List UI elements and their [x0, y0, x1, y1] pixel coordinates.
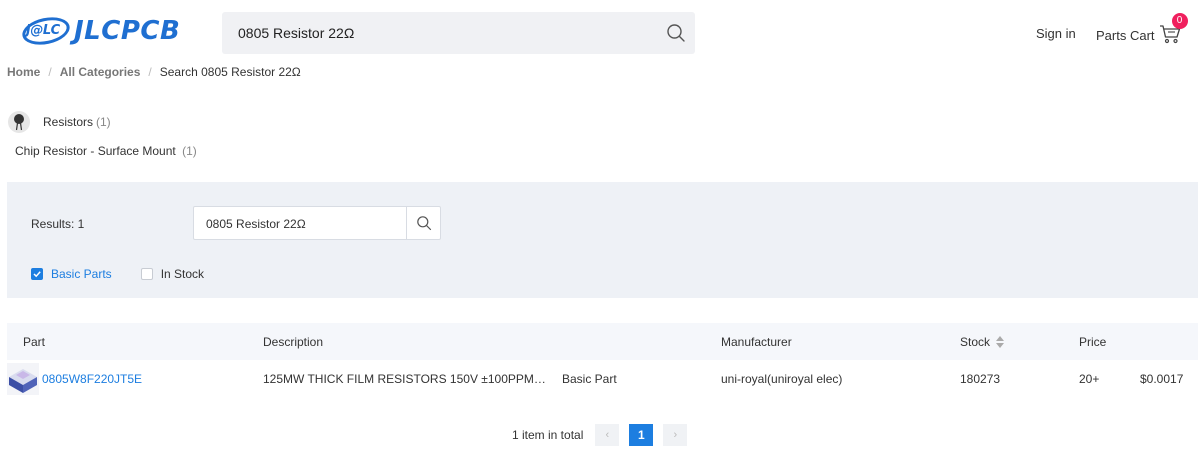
column-header-price: Price	[1079, 334, 1107, 349]
breadcrumb-current: Search 0805 Resistor 22Ω	[159, 65, 301, 79]
part-number-link[interactable]: 0805W8F220JT5E	[42, 372, 142, 386]
in-stock-label[interactable]: In Stock	[161, 267, 204, 281]
jlc-badge-icon: J@LC	[19, 13, 73, 49]
filter-search-button[interactable]	[406, 207, 440, 239]
results-table-header: Part Description Manufacturer Stock Pric…	[7, 323, 1198, 360]
part-cell: 0805W8F220JT5E	[7, 360, 142, 398]
in-stock-checkbox[interactable]	[140, 268, 153, 280]
part-thumbnail-image[interactable]	[7, 363, 39, 395]
column-header-description: Description	[263, 334, 324, 349]
pagination: 1 item in total ‹ 1 ›	[512, 424, 688, 446]
price-value-cell: $0.0017	[1140, 372, 1184, 386]
breadcrumb-all-categories[interactable]: All Categories	[60, 65, 141, 79]
subcategory-chip-resistor[interactable]: Chip Resistor - Surface Mount (1)	[15, 144, 197, 158]
manufacturer-cell: uni-royal(uniroyal elec)	[721, 372, 843, 386]
part-type-cell: Basic Part	[562, 372, 617, 386]
filter-search-input[interactable]	[206, 215, 396, 233]
breadcrumb-separator: /	[148, 65, 152, 79]
main-search-input[interactable]	[238, 23, 638, 43]
column-header-stock[interactable]: Stock	[960, 323, 1005, 360]
checkmark-icon	[33, 271, 41, 278]
stock-header-label: Stock	[960, 334, 991, 349]
sort-icon[interactable]	[996, 335, 1005, 348]
breadcrumb-home[interactable]: Home	[7, 65, 40, 79]
logo-text: JLCPCB	[74, 16, 181, 46]
results-count: Results: 1	[31, 217, 85, 231]
filter-panel: Results: 1 Basic Parts In Stock	[7, 182, 1198, 298]
resistor-category-icon	[8, 111, 30, 133]
category-count: (1)	[96, 115, 111, 129]
breadcrumb-separator: /	[48, 65, 52, 79]
breadcrumb: Home / All Categories / Search 0805 Resi…	[7, 65, 301, 79]
subcategory-count: (1)	[182, 144, 197, 158]
table-row: 0805W8F220JT5E 125MW THICK FILM RESISTOR…	[7, 360, 1198, 398]
top-header: J@LC JLCPCB Sign in Parts Cart 0	[0, 0, 1200, 64]
basic-parts-checkbox[interactable]	[31, 268, 43, 280]
search-icon[interactable]	[663, 20, 689, 46]
subcategory-label: Chip Resistor - Surface Mount	[15, 144, 176, 158]
sign-in-link[interactable]: Sign in	[1036, 26, 1076, 41]
search-icon	[416, 216, 431, 231]
cart-count-badge: 0	[1171, 13, 1188, 29]
column-header-part: Part	[23, 334, 46, 349]
category-resistors[interactable]: Resistors (1)	[8, 111, 111, 133]
cart-label: Parts Cart	[1096, 28, 1155, 43]
description-cell: 125MW THICK FILM RESISTORS 150V ±100PPM…	[263, 372, 546, 386]
page-number-button[interactable]: 1	[629, 424, 654, 446]
prev-page-button[interactable]: ‹	[595, 424, 620, 446]
basic-parts-label[interactable]: Basic Parts	[51, 267, 112, 281]
filter-search-box	[193, 206, 441, 240]
price-quantity-cell: 20+	[1079, 372, 1100, 386]
category-label: Resistors	[43, 115, 94, 129]
next-page-button[interactable]: ›	[663, 424, 688, 446]
column-header-manufacturer: Manufacturer	[721, 334, 792, 349]
pagination-total: 1 item in total	[512, 428, 584, 442]
jlcpcb-logo[interactable]: J@LC JLCPCB	[19, 13, 181, 49]
parts-cart-button[interactable]: Parts Cart 0	[1096, 13, 1188, 46]
main-search-bar	[222, 12, 695, 54]
stock-cell: 180273	[960, 372, 1001, 386]
